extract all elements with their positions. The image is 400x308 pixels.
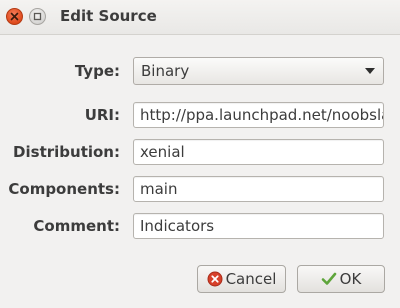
components-field[interactable]: main: [133, 176, 384, 202]
type-selected-value: Binary: [141, 62, 190, 80]
cancel-button[interactable]: Cancel: [197, 265, 286, 293]
close-icon: [10, 12, 19, 21]
window-minimize-button[interactable]: [29, 8, 46, 25]
comment-field[interactable]: Indicators: [133, 213, 384, 239]
window-close-button[interactable]: [6, 8, 23, 25]
distribution-field[interactable]: xenial: [133, 139, 384, 165]
chevron-down-icon: [365, 68, 375, 74]
type-label: Type:: [74, 62, 120, 80]
uri-field[interactable]: http://ppa.launchpad.net/noobslab/indica…: [133, 102, 384, 128]
window-title: Edit Source: [60, 7, 157, 25]
uri-label: URI:: [84, 106, 120, 124]
comment-label: Comment:: [33, 217, 120, 235]
type-dropdown[interactable]: Binary: [133, 57, 384, 85]
cancel-icon: [207, 271, 223, 287]
distribution-label: Distribution:: [13, 143, 120, 161]
ok-button-label: OK: [339, 270, 362, 288]
ok-button[interactable]: OK: [297, 265, 385, 293]
cancel-button-label: Cancel: [225, 270, 277, 288]
title-bar: Edit Source: [0, 0, 400, 35]
checkmark-icon: [321, 271, 337, 287]
components-label: Components:: [8, 180, 120, 198]
minimize-icon: [33, 12, 42, 21]
